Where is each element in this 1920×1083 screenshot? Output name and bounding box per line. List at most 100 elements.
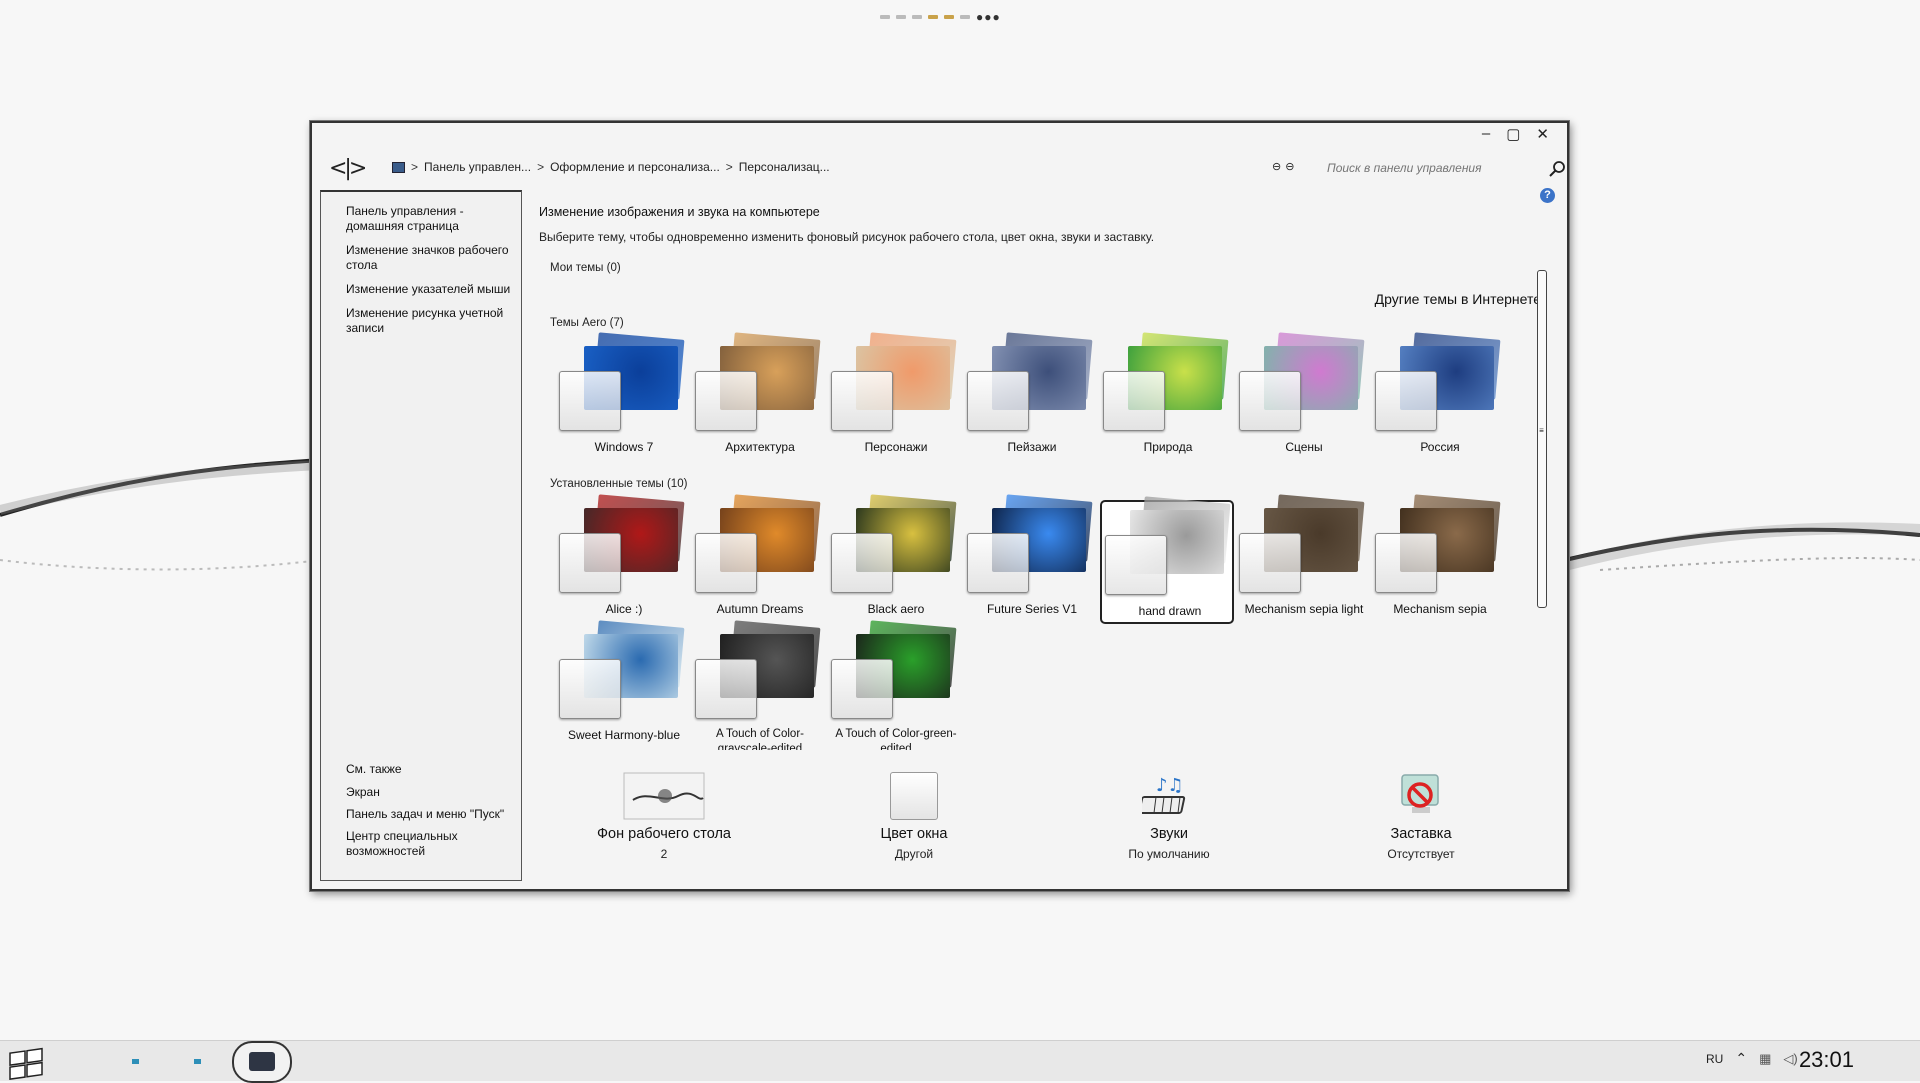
installed-themes-title: Установленные темы (10)	[550, 478, 688, 490]
language-indicator[interactable]: RU	[1706, 1052, 1723, 1066]
sounds-setting[interactable]: ♪♫ Звуки По умолчанию	[1084, 770, 1254, 861]
control-panel-icon[interactable]	[392, 161, 405, 173]
search-box	[1327, 159, 1567, 179]
theme-item[interactable]: hand drawn	[1100, 496, 1234, 624]
theme-name: Sweet Harmony-blue	[567, 728, 681, 742]
page-description: Выберите тему, чтобы одновременно измени…	[539, 230, 1155, 244]
themes-scrollbar[interactable]	[1537, 270, 1547, 608]
theme-name: Пейзажи	[1007, 440, 1057, 454]
theme-item[interactable]: A Touch of Color-grayscale-edited	[692, 620, 822, 750]
theme-color-swatch	[559, 371, 621, 431]
top-dock[interactable]: ●●●	[880, 10, 1001, 24]
theme-color-swatch	[967, 533, 1029, 593]
search-input[interactable]	[1327, 161, 1537, 175]
main-content: Изменение изображения и звука на компьют…	[539, 205, 1549, 875]
volume-icon[interactable]: ◁)	[1783, 1051, 1797, 1067]
taskbar: RU ⌃ ▦ ◁) 23:01	[0, 1040, 1920, 1083]
breadcrumb-item-appearance[interactable]: Оформление и персонализа...	[550, 160, 720, 174]
theme-name: A Touch of Color-green-edited	[835, 728, 957, 750]
theme-item[interactable]: Архитектура	[692, 332, 822, 458]
window-color-setting[interactable]: Цвет окна Другой	[829, 770, 999, 861]
help-icon[interactable]: ?	[1540, 188, 1555, 203]
theme-item[interactable]: Mechanism sepia	[1372, 494, 1502, 620]
theme-name: Future Series V1	[986, 602, 1078, 616]
theme-name: Россия	[1420, 440, 1460, 454]
theme-color-swatch	[831, 533, 893, 593]
personalization-window: – ▢ ✕ <|> > Панель управлен... > Оформле…	[310, 121, 1569, 891]
sidebar-link-home[interactable]: Панель управления - домашняя страница	[346, 204, 516, 234]
show-hidden-icons-icon[interactable]: ⌃	[1735, 1050, 1747, 1067]
theme-color-swatch	[1375, 371, 1437, 431]
maximize-button[interactable]: ▢	[1506, 125, 1520, 143]
wallpaper-label: Фон рабочего стола	[597, 826, 731, 842]
system-tray: RU ⌃ ▦ ◁)	[1706, 1050, 1798, 1067]
taskbar-pin-2[interactable]	[194, 1059, 201, 1064]
theme-item[interactable]: Сцены	[1236, 332, 1366, 458]
my-themes-title: Мои темы (0)	[550, 262, 621, 274]
theme-item[interactable]: Future Series V1	[964, 494, 1094, 620]
theme-color-swatch	[1375, 533, 1437, 593]
refresh-icon[interactable]: ⊖	[1285, 160, 1294, 173]
minimize-button[interactable]: –	[1482, 125, 1490, 143]
history-dropdown-icon[interactable]: ⊖	[1272, 160, 1281, 173]
chevron-right-icon[interactable]: >	[726, 160, 733, 174]
screensaver-setting[interactable]: Заставка Отсутствует	[1336, 770, 1506, 861]
see-also-display[interactable]: Экран	[346, 785, 516, 800]
back-forward-buttons[interactable]: <|>	[329, 156, 367, 181]
breadcrumb: > Панель управлен... > Оформление и перс…	[392, 160, 830, 174]
wallpaper-setting[interactable]: Фон рабочего стола 2	[579, 770, 749, 861]
window-color-label: Цвет окна	[880, 826, 948, 842]
online-themes-link[interactable]: Другие темы в Интернете	[1375, 291, 1541, 307]
chevron-right-icon[interactable]: >	[411, 160, 418, 174]
theme-item[interactable]: Персонажи	[828, 332, 958, 458]
theme-name: Архитектура	[725, 440, 795, 454]
theme-name: Mechanism sepia light	[1244, 602, 1364, 616]
theme-name: Персонажи	[864, 440, 928, 454]
sidebar-link-desktop-icons[interactable]: Изменение значков рабочего стола	[346, 243, 516, 273]
sidebar-link-account-picture[interactable]: Изменение рисунка учетной записи	[346, 306, 516, 336]
close-button[interactable]: ✕	[1536, 125, 1549, 143]
themes-list: Мои темы (0) Темы Aero (7) Windows 7 Архи…	[539, 250, 1529, 750]
network-icon[interactable]: ▦	[1759, 1051, 1771, 1067]
theme-color-swatch	[1239, 533, 1301, 593]
breadcrumb-item-personalization[interactable]: Персонализац...	[739, 160, 830, 174]
theme-color-swatch	[559, 659, 621, 719]
theme-color-swatch	[1105, 535, 1167, 595]
theme-color-swatch	[1239, 371, 1301, 431]
more-icon[interactable]: ●●●	[976, 10, 1001, 24]
theme-name: A Touch of Color-grayscale-edited	[715, 728, 804, 750]
screensaver-label: Заставка	[1390, 826, 1452, 842]
taskbar-control-panel-button[interactable]	[232, 1041, 292, 1083]
theme-item[interactable]: Mechanism sepia light	[1236, 494, 1366, 620]
theme-name: hand drawn	[1138, 604, 1202, 618]
clock[interactable]: 23:01	[1799, 1047, 1854, 1073]
window-color-value: Другой	[894, 847, 934, 861]
theme-item[interactable]: Black aero	[828, 494, 958, 620]
theme-item[interactable]: Sweet Harmony-blue	[556, 620, 686, 746]
screensaver-icon	[1401, 774, 1439, 813]
see-also-accessibility[interactable]: Центр специальных возможностей	[346, 829, 516, 859]
sidebar-links: Панель управления - домашняя страница Из…	[346, 204, 516, 345]
scroll-thumb[interactable]: ≡	[1538, 426, 1545, 436]
theme-item[interactable]: Alice :)	[556, 494, 686, 620]
taskbar-pin-1[interactable]	[132, 1059, 139, 1064]
theme-item[interactable]: Россия	[1372, 332, 1502, 458]
theme-item[interactable]: Природа	[1100, 332, 1230, 458]
theme-item[interactable]: Autumn Dreams	[692, 494, 822, 620]
theme-name: Природа	[1143, 440, 1193, 454]
theme-settings-bar: Фон рабочего стола 2 Цвет окна Другой ♪♫	[539, 770, 1549, 880]
sidebar-link-mouse-pointers[interactable]: Изменение указателей мыши	[346, 282, 516, 297]
window-controls: – ▢ ✕	[1482, 125, 1549, 143]
screensaver-value: Отсутствует	[1387, 847, 1455, 861]
theme-item[interactable]: Пейзажи	[964, 332, 1094, 458]
breadcrumb-item-control-panel[interactable]: Панель управлен...	[424, 160, 531, 174]
theme-color-swatch	[695, 659, 757, 719]
theme-name: Autumn Dreams	[716, 602, 804, 616]
see-also-taskbar[interactable]: Панель задач и меню "Пуск"	[346, 807, 516, 822]
chevron-right-icon[interactable]: >	[537, 160, 544, 174]
theme-item[interactable]: A Touch of Color-green-edited	[828, 620, 958, 750]
search-icon[interactable]	[1547, 159, 1567, 179]
start-button[interactable]	[4, 1044, 48, 1080]
theme-name: Mechanism sepia	[1393, 602, 1487, 616]
theme-item[interactable]: Windows 7	[556, 332, 686, 458]
